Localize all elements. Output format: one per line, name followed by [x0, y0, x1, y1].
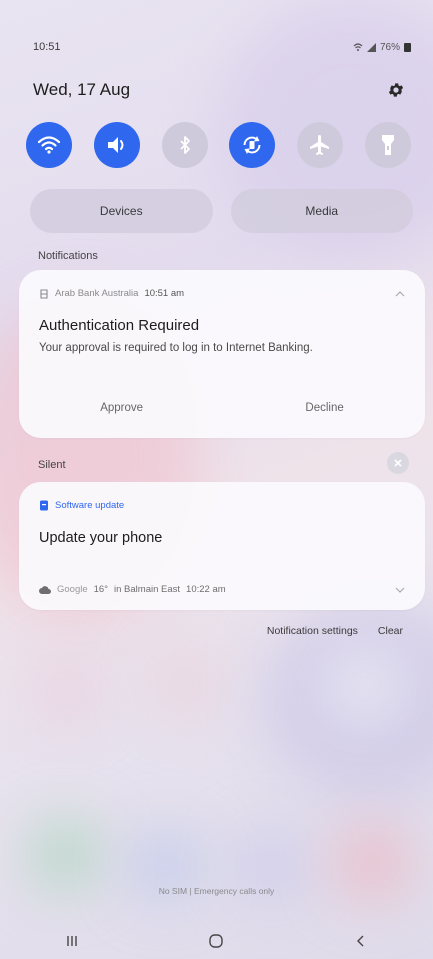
devices-button[interactable]: Devices [30, 189, 213, 233]
recent-apps-icon [67, 936, 77, 946]
wifi-signal-icon [353, 42, 363, 51]
decline-button[interactable]: Decline [275, 398, 373, 418]
flashlight-icon [381, 135, 394, 155]
airplane-icon [310, 135, 330, 155]
back-button[interactable] [341, 934, 381, 948]
home-button[interactable] [196, 933, 236, 949]
sound-toggle[interactable] [93, 122, 140, 168]
emergency-calls-text: No SIM | Emergency calls only [158, 886, 275, 896]
devices-media-row: Devices Media [30, 189, 413, 233]
background-app-icon [35, 660, 100, 725]
notification-footer: Notification settings Clear [267, 625, 403, 637]
wifi-toggle[interactable] [26, 122, 72, 168]
recent-apps-button[interactable] [52, 934, 92, 948]
media-button[interactable]: Media [230, 189, 413, 233]
status-icons: 76% [353, 42, 411, 53]
notification-time: 10:51 am [144, 288, 185, 299]
status-bar: 10:51 76% [33, 38, 411, 56]
notification-settings-button[interactable]: Notification settings [267, 625, 358, 637]
software-update-title: Update your phone [39, 530, 163, 546]
software-update-icon [40, 500, 48, 511]
weather-source: Google [57, 584, 88, 595]
wifi-icon [37, 136, 61, 154]
background-app-icon [150, 650, 220, 720]
quick-settings-row [26, 122, 411, 170]
notification-title: Authentication Required [39, 317, 200, 334]
bank-app-icon [40, 288, 48, 299]
approve-button[interactable]: Approve [70, 398, 173, 418]
bank-notification-card[interactable]: Arab Bank Australia 10:51 am Authenticat… [19, 270, 425, 438]
software-update-app-row: Software update [39, 500, 405, 511]
bluetooth-icon [179, 136, 190, 154]
notification-actions: Approve Decline [19, 398, 425, 418]
chevron-up-icon[interactable] [395, 290, 405, 298]
weather-temp: 16° [93, 584, 109, 595]
back-icon [356, 935, 364, 947]
airplane-toggle[interactable] [297, 122, 344, 168]
speaker-icon [107, 137, 124, 153]
bluetooth-toggle[interactable] [161, 122, 208, 168]
weather-notification-row[interactable]: Google 16° in Balmain East 10:22 am [39, 584, 405, 595]
battery-icon [404, 42, 411, 52]
clock: 10:51 [33, 41, 61, 53]
cloud-icon [39, 585, 51, 594]
close-icon[interactable] [387, 452, 409, 474]
notification-shade: 10:51 76% Wed, 17 Aug Devices Media Noti… [0, 0, 433, 959]
software-update-card[interactable]: Software update Update your phone Google… [19, 482, 425, 610]
background-app-icon [330, 650, 400, 720]
background-app-icon [30, 820, 100, 890]
date-label: Wed, 17 Aug [33, 80, 131, 99]
notification-app-name: Arab Bank Australia [55, 288, 139, 299]
notification-body: Your approval is required to log in to I… [39, 342, 313, 354]
auto-rotate-toggle[interactable] [229, 122, 276, 168]
date-row: Wed, 17 Aug [33, 78, 406, 102]
home-icon [209, 934, 224, 948]
silent-header: Silent [38, 459, 66, 471]
notification-app-row: Arab Bank Australia 10:51 am [39, 288, 405, 299]
weather-time: 10:22 am [186, 584, 226, 595]
flashlight-toggle[interactable] [364, 122, 411, 168]
chevron-down-icon[interactable] [395, 586, 405, 594]
gear-icon[interactable] [386, 80, 406, 100]
clear-button[interactable]: Clear [378, 625, 403, 637]
notifications-header: Notifications [38, 250, 98, 262]
navigation-bar [0, 928, 433, 954]
software-update-app-name: Software update [55, 500, 125, 511]
weather-location: in Balmain East [114, 584, 181, 595]
cell-signal-icon [366, 42, 376, 52]
rotate-icon [243, 136, 261, 154]
battery-percent: 76% [379, 41, 400, 53]
